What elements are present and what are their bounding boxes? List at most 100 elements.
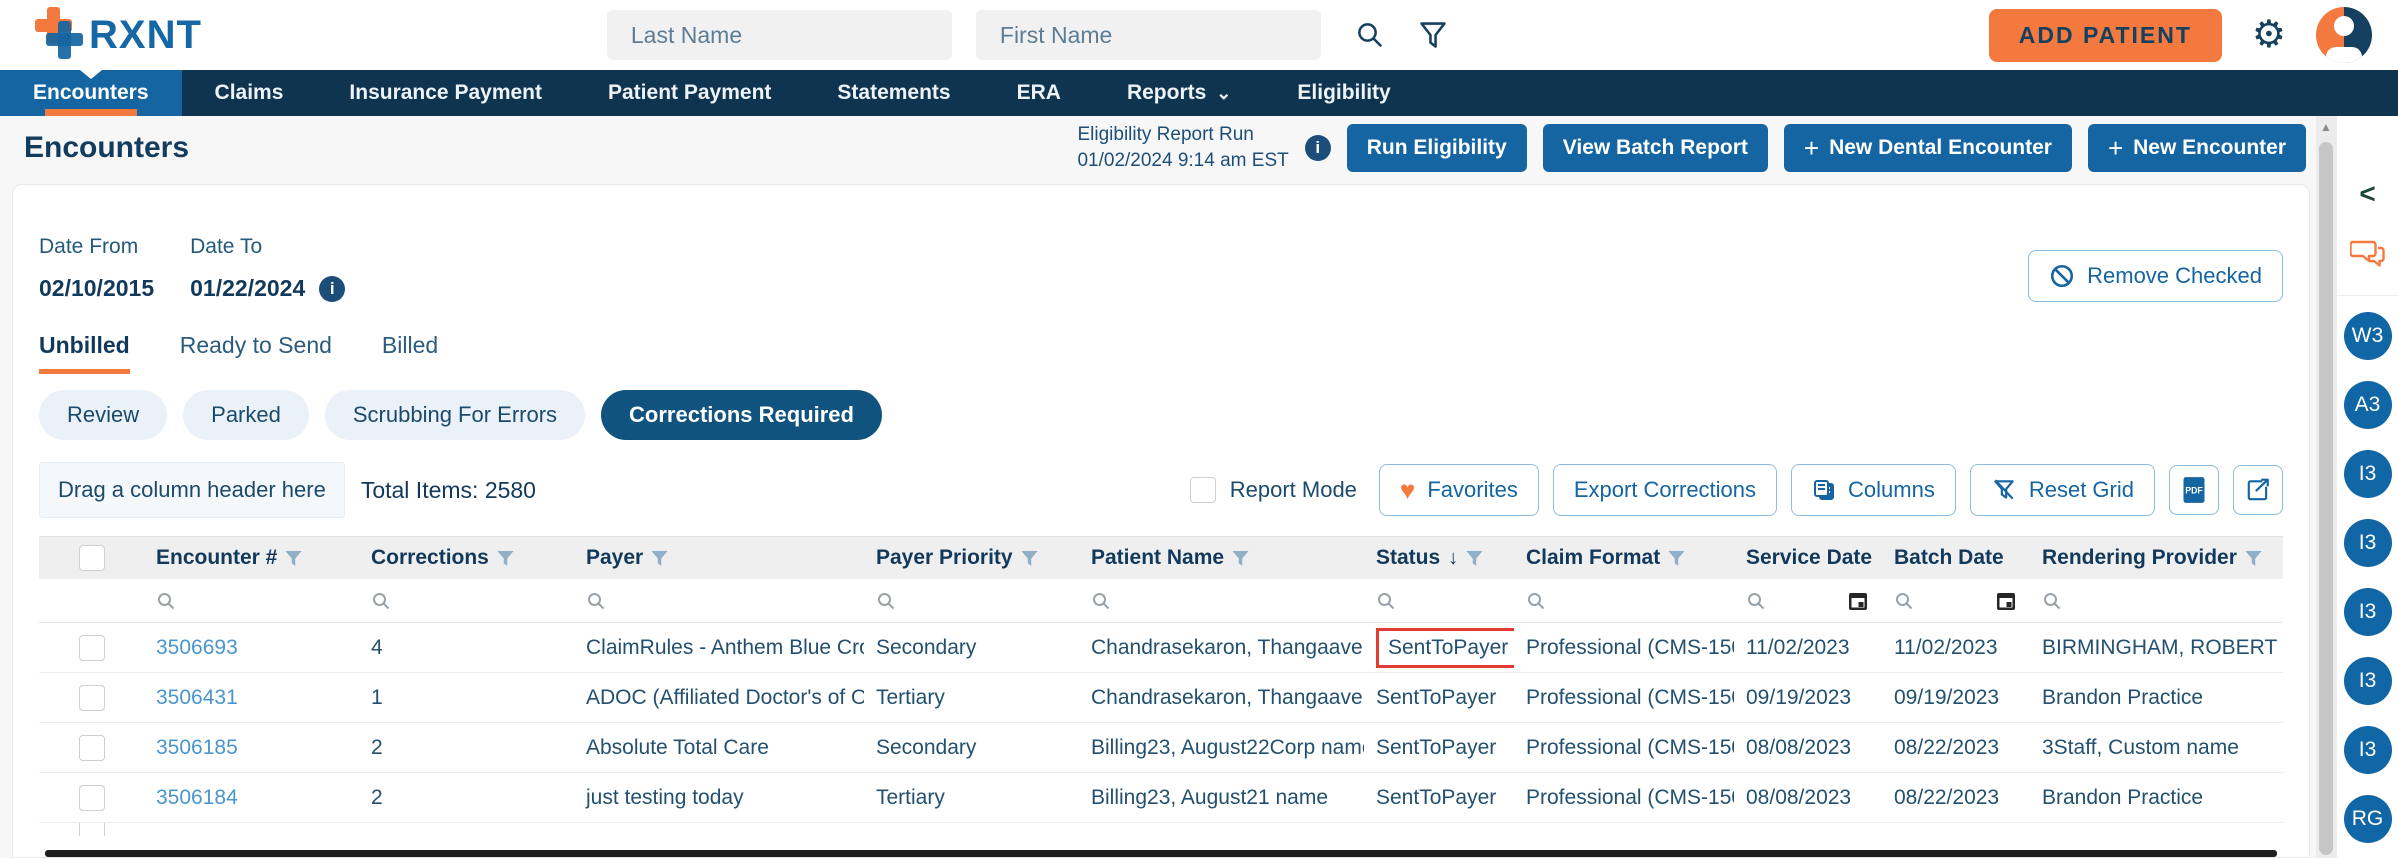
add-patient-button[interactable]: ADD PATIENT [1989, 9, 2222, 62]
nav-item-eligibility[interactable]: Eligibility [1264, 70, 1423, 116]
column-filter-icon[interactable] [497, 551, 514, 566]
gear-icon[interactable]: ⚙ [2252, 16, 2286, 54]
collapse-panel-icon[interactable]: < [2359, 180, 2375, 208]
pill-scrubbing-for-errors[interactable]: Scrubbing For Errors [325, 390, 585, 440]
nav-item-statements[interactable]: Statements [804, 70, 983, 116]
filter-payer[interactable] [574, 591, 864, 611]
column-header-claim-format[interactable]: Claim Format [1514, 546, 1734, 570]
filter-corrections[interactable] [359, 591, 574, 611]
new-encounter-button[interactable]: + New Encounter [2088, 124, 2306, 172]
column-filter-icon[interactable] [1466, 551, 1483, 566]
filter-encounter[interactable] [144, 591, 359, 611]
row-checkbox[interactable] [79, 685, 105, 711]
filter-service-date[interactable] [1734, 591, 1882, 611]
batch-date-cell: 08/22/2023 [1882, 736, 2030, 760]
info-icon[interactable]: i [319, 276, 345, 302]
column-header-encounter[interactable]: Encounter # [144, 546, 359, 570]
nav-item-insurance-payment[interactable]: Insurance Payment [316, 70, 575, 116]
calendar-icon[interactable] [1848, 591, 1868, 611]
column-header-payer-priority[interactable]: Payer Priority [864, 546, 1079, 570]
column-header-payer[interactable]: Payer [574, 546, 864, 570]
encounter-link[interactable]: 3506184 [156, 786, 238, 809]
date-from-value[interactable]: 02/10/2015 [39, 275, 154, 302]
pill-parked[interactable]: Parked [183, 390, 309, 440]
filter-icon[interactable] [1419, 21, 1447, 49]
column-filter-icon[interactable] [285, 551, 302, 566]
tab-billed[interactable]: Billed [382, 332, 438, 374]
export-grid-button[interactable] [2233, 465, 2283, 515]
chat-icon[interactable] [2350, 238, 2386, 275]
user-badge[interactable]: A3 [2344, 381, 2392, 429]
pill-review[interactable]: Review [39, 390, 167, 440]
column-filter-icon[interactable] [2245, 551, 2262, 566]
nav-item-claims[interactable]: Claims [182, 70, 317, 116]
column-header-patient-name[interactable]: Patient Name [1079, 546, 1364, 570]
rxnt-logo[interactable]: RXNT [35, 7, 202, 64]
export-pdf-button[interactable]: PDF [2169, 465, 2219, 515]
nav-item-reports[interactable]: Reports ⌄ [1094, 70, 1264, 116]
calendar-icon[interactable] [1996, 591, 2016, 611]
filter-claim-format[interactable] [1514, 591, 1734, 611]
table-row[interactable]: 3506184 2 just testing today Tertiary Bi… [39, 773, 2283, 823]
claim-format-cell: Professional (CMS-150... [1514, 636, 1734, 660]
encounter-link[interactable]: 3506693 [156, 636, 238, 659]
vertical-scrollbar[interactable]: ▲ [2316, 116, 2336, 858]
row-checkbox[interactable] [79, 785, 105, 811]
scrollbar-thumb[interactable] [2319, 142, 2333, 855]
pill-corrections-required[interactable]: Corrections Required [601, 390, 882, 440]
reset-grid-button[interactable]: Reset Grid [1970, 464, 2155, 516]
filter-batch-date[interactable] [1882, 591, 2030, 611]
search-icon[interactable] [1355, 20, 1385, 50]
table-row[interactable]: 3506693 4 ClaimRules - Anthem Blue Cross… [39, 623, 2283, 673]
row-checkbox[interactable] [79, 823, 105, 836]
report-mode-checkbox[interactable] [1190, 477, 1216, 503]
run-eligibility-button[interactable]: Run Eligibility [1347, 124, 1527, 172]
info-icon[interactable]: i [1305, 135, 1331, 161]
encounter-link[interactable]: 3506185 [156, 736, 238, 759]
view-batch-report-button[interactable]: View Batch Report [1543, 124, 1768, 172]
encounter-link[interactable]: 3506431 [156, 686, 238, 709]
row-checkbox[interactable] [79, 735, 105, 761]
scroll-up-arrow[interactable]: ▲ [2316, 120, 2336, 134]
nav-item-patient-payment[interactable]: Patient Payment [575, 70, 804, 116]
select-all-checkbox[interactable] [79, 545, 105, 571]
tab-ready-to-send[interactable]: Ready to Send [180, 332, 332, 374]
filter-status[interactable] [1364, 591, 1514, 611]
date-to-value[interactable]: 01/22/2024 [190, 275, 305, 302]
column-header-status[interactable]: Status ↓ [1364, 546, 1514, 570]
user-badge[interactable]: I3 [2344, 519, 2392, 567]
columns-button[interactable]: Columns [1791, 464, 1956, 516]
column-header-batch-date[interactable]: Batch Date [1882, 546, 2030, 570]
column-header-rendering-provider[interactable]: Rendering Provider [2030, 546, 2283, 570]
user-badge[interactable]: I3 [2344, 657, 2392, 705]
new-dental-encounter-button[interactable]: + New Dental Encounter [1784, 124, 2072, 172]
table-row[interactable]: 3506431 1 ADOC (Affiliated Doctor's of O… [39, 673, 2283, 723]
column-filter-icon[interactable] [1668, 551, 1685, 566]
nav-item-encounters[interactable]: Encounters [0, 70, 182, 116]
last-name-input[interactable] [607, 10, 952, 60]
user-badge[interactable]: W3 [2344, 312, 2392, 360]
first-name-input[interactable] [976, 10, 1321, 60]
user-badge[interactable]: I3 [2344, 588, 2392, 636]
remove-checked-button[interactable]: Remove Checked [2028, 250, 2283, 302]
avatar[interactable] [2316, 7, 2372, 63]
filter-payer-priority[interactable] [864, 591, 1079, 611]
column-filter-icon[interactable] [1232, 551, 1249, 566]
export-corrections-button[interactable]: Export Corrections [1553, 464, 1777, 516]
column-header-corrections[interactable]: Corrections [359, 546, 574, 570]
user-badge[interactable]: I3 [2344, 450, 2392, 498]
favorites-button[interactable]: ♥ Favorites [1379, 464, 1539, 516]
column-header-service-date[interactable]: Service Date [1734, 546, 1882, 570]
filter-rendering-provider[interactable] [2030, 591, 2283, 611]
filter-patient-name[interactable] [1079, 591, 1364, 611]
drag-column-hint[interactable]: Drag a column header here [39, 462, 345, 518]
table-row[interactable]: 3506185 2 Absolute Total Care Secondary … [39, 723, 2283, 773]
column-filter-icon[interactable] [1021, 551, 1038, 566]
row-checkbox[interactable] [79, 635, 105, 661]
nav-item-era[interactable]: ERA [984, 70, 1094, 116]
tab-unbilled[interactable]: Unbilled [39, 332, 130, 374]
user-badge[interactable]: RG [2344, 795, 2392, 843]
horizontal-scrollbar[interactable] [45, 850, 2277, 857]
column-filter-icon[interactable] [651, 551, 668, 566]
user-badge[interactable]: I3 [2344, 726, 2392, 774]
